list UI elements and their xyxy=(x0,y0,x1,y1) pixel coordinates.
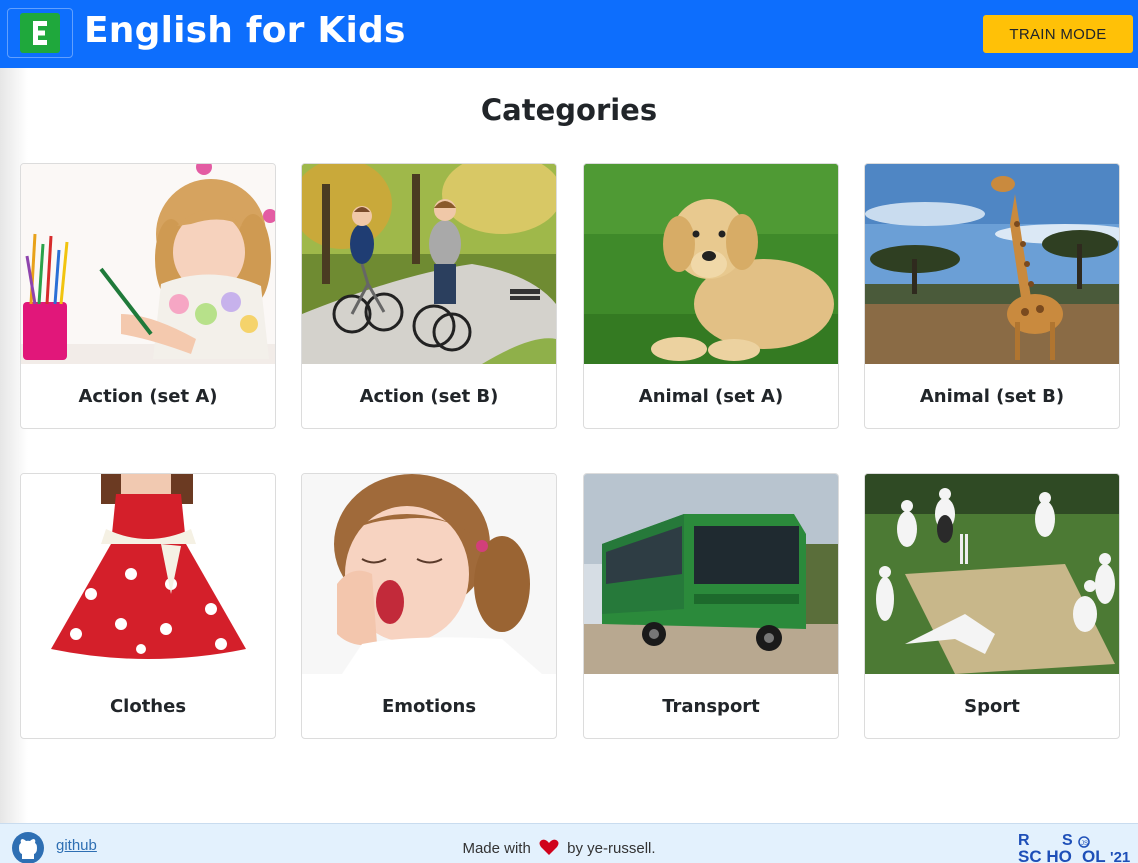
app-header: English for Kids TRAIN MODE xyxy=(0,0,1138,68)
svg-text:SC HO: SC HO xyxy=(1018,847,1072,863)
category-label: Emotions xyxy=(381,695,477,717)
category-card-action-a[interactable]: Action (set A) xyxy=(20,163,276,429)
category-card-clothes[interactable]: Clothes xyxy=(20,473,276,739)
page-title: Categories xyxy=(480,93,658,127)
category-card-sport[interactable]: Sport xyxy=(864,473,1120,739)
green-bus-image xyxy=(584,474,838,674)
category-label: Animal (set B) xyxy=(919,385,1065,407)
category-label: Animal (set A) xyxy=(638,385,784,407)
category-label: Action (set A) xyxy=(78,385,218,407)
train-mode-button[interactable]: TRAIN MODE xyxy=(983,15,1133,53)
heart-icon xyxy=(539,839,559,855)
svg-text:OL: OL xyxy=(1082,847,1106,863)
made-with-suffix: by ye-russell. xyxy=(567,840,656,857)
yawning-girl-image xyxy=(302,474,556,674)
category-card-transport[interactable]: Transport xyxy=(583,473,839,739)
giraffe-image xyxy=(865,164,1119,364)
girl-drawing-image xyxy=(21,164,275,364)
cricket-image xyxy=(865,474,1119,674)
app-footer: github Made with by ye-russell. R S SC H… xyxy=(0,823,1138,863)
svg-text:'21: '21 xyxy=(1110,849,1130,863)
category-card-emotions[interactable]: Emotions xyxy=(301,473,557,739)
svg-text:JS: JS xyxy=(1081,841,1088,847)
category-card-action-b[interactable]: Action (set B) xyxy=(301,163,557,429)
category-label: Clothes xyxy=(109,695,187,717)
category-card-animal-a[interactable]: Animal (set A) xyxy=(583,163,839,429)
logo-e-icon xyxy=(20,13,60,53)
rs-school-logo[interactable]: R S SC HO OL '21 JS xyxy=(1016,830,1132,863)
app-title: English for Kids xyxy=(84,10,406,51)
category-label: Sport xyxy=(964,695,1020,717)
red-dress-image xyxy=(21,474,275,674)
app-logo[interactable] xyxy=(7,8,73,58)
category-label: Action (set B) xyxy=(359,385,499,407)
made-with-credit: Made with by ye-russell. xyxy=(0,839,1118,857)
puppy-image xyxy=(584,164,838,364)
category-label: Transport xyxy=(662,695,760,717)
kids-cycling-image xyxy=(302,164,556,364)
category-card-animal-b[interactable]: Animal (set B) xyxy=(864,163,1120,429)
made-with-prefix: Made with xyxy=(462,840,531,857)
